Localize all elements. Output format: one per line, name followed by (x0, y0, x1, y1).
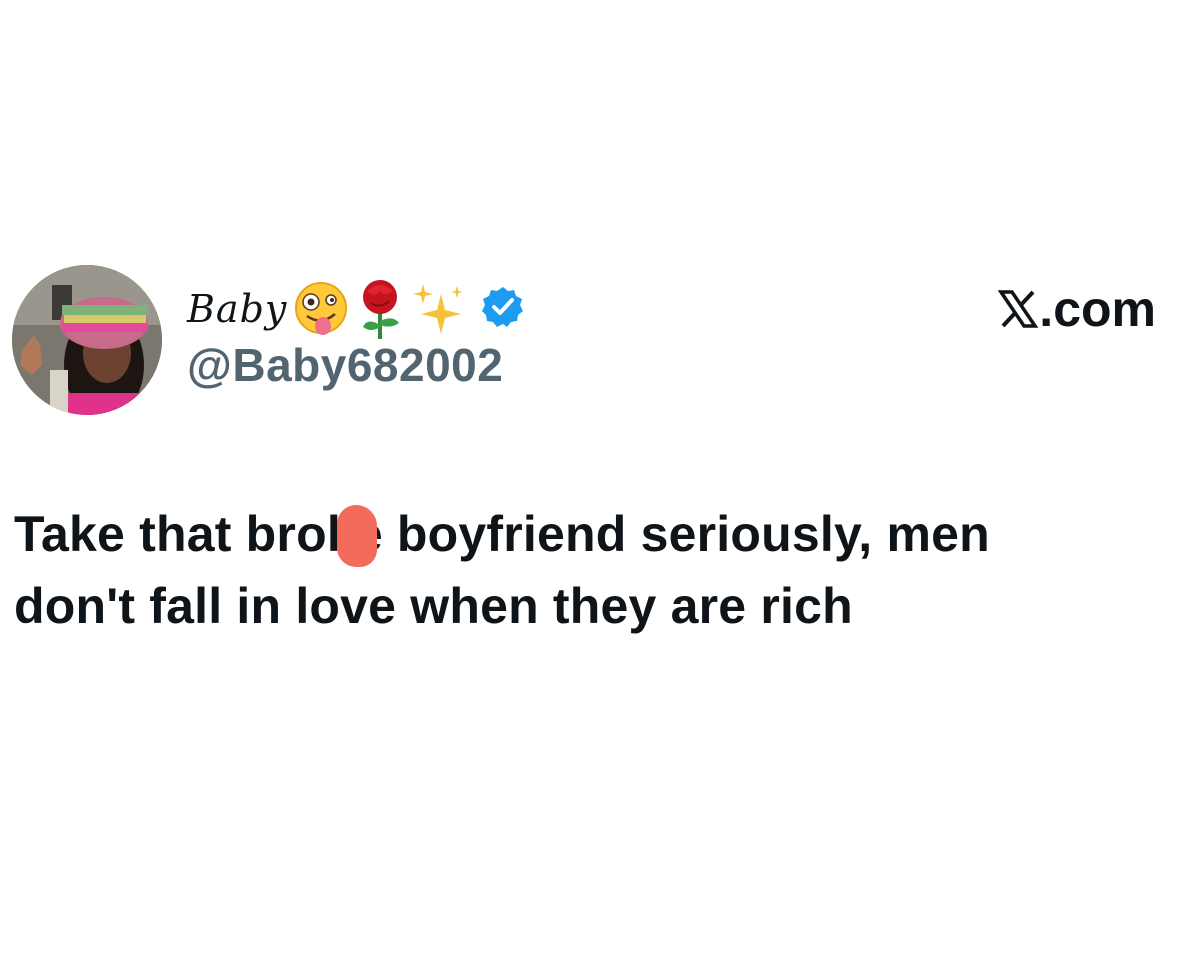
post-text-line-2: don't fall in love when they are rich (14, 578, 853, 634)
author-handle[interactable]: @Baby682002 (187, 342, 525, 388)
zany-face-emoji (293, 280, 349, 338)
post-text: Take that broke boyfriend seriously, men… (14, 498, 1184, 642)
rose-emoji (355, 277, 405, 341)
source-domain: .com (1039, 281, 1156, 337)
display-name[interactable]: Baby (187, 290, 287, 328)
post-card: Baby @Baby682002 .com Take that broke bo… (0, 0, 1200, 961)
sparkles-emoji (411, 280, 467, 338)
x-logo-icon (998, 289, 1039, 329)
avatar[interactable] (12, 265, 162, 415)
author-block: Baby @Baby682002 (187, 276, 525, 388)
display-name-row: Baby (187, 276, 525, 342)
post-text-line-1: Take that broke boyfriend seriously, men (14, 506, 990, 562)
verified-badge-icon[interactable] (481, 285, 525, 334)
source-watermark: .com (998, 284, 1156, 334)
redaction-blot (337, 505, 377, 567)
avatar-photo (12, 265, 162, 415)
